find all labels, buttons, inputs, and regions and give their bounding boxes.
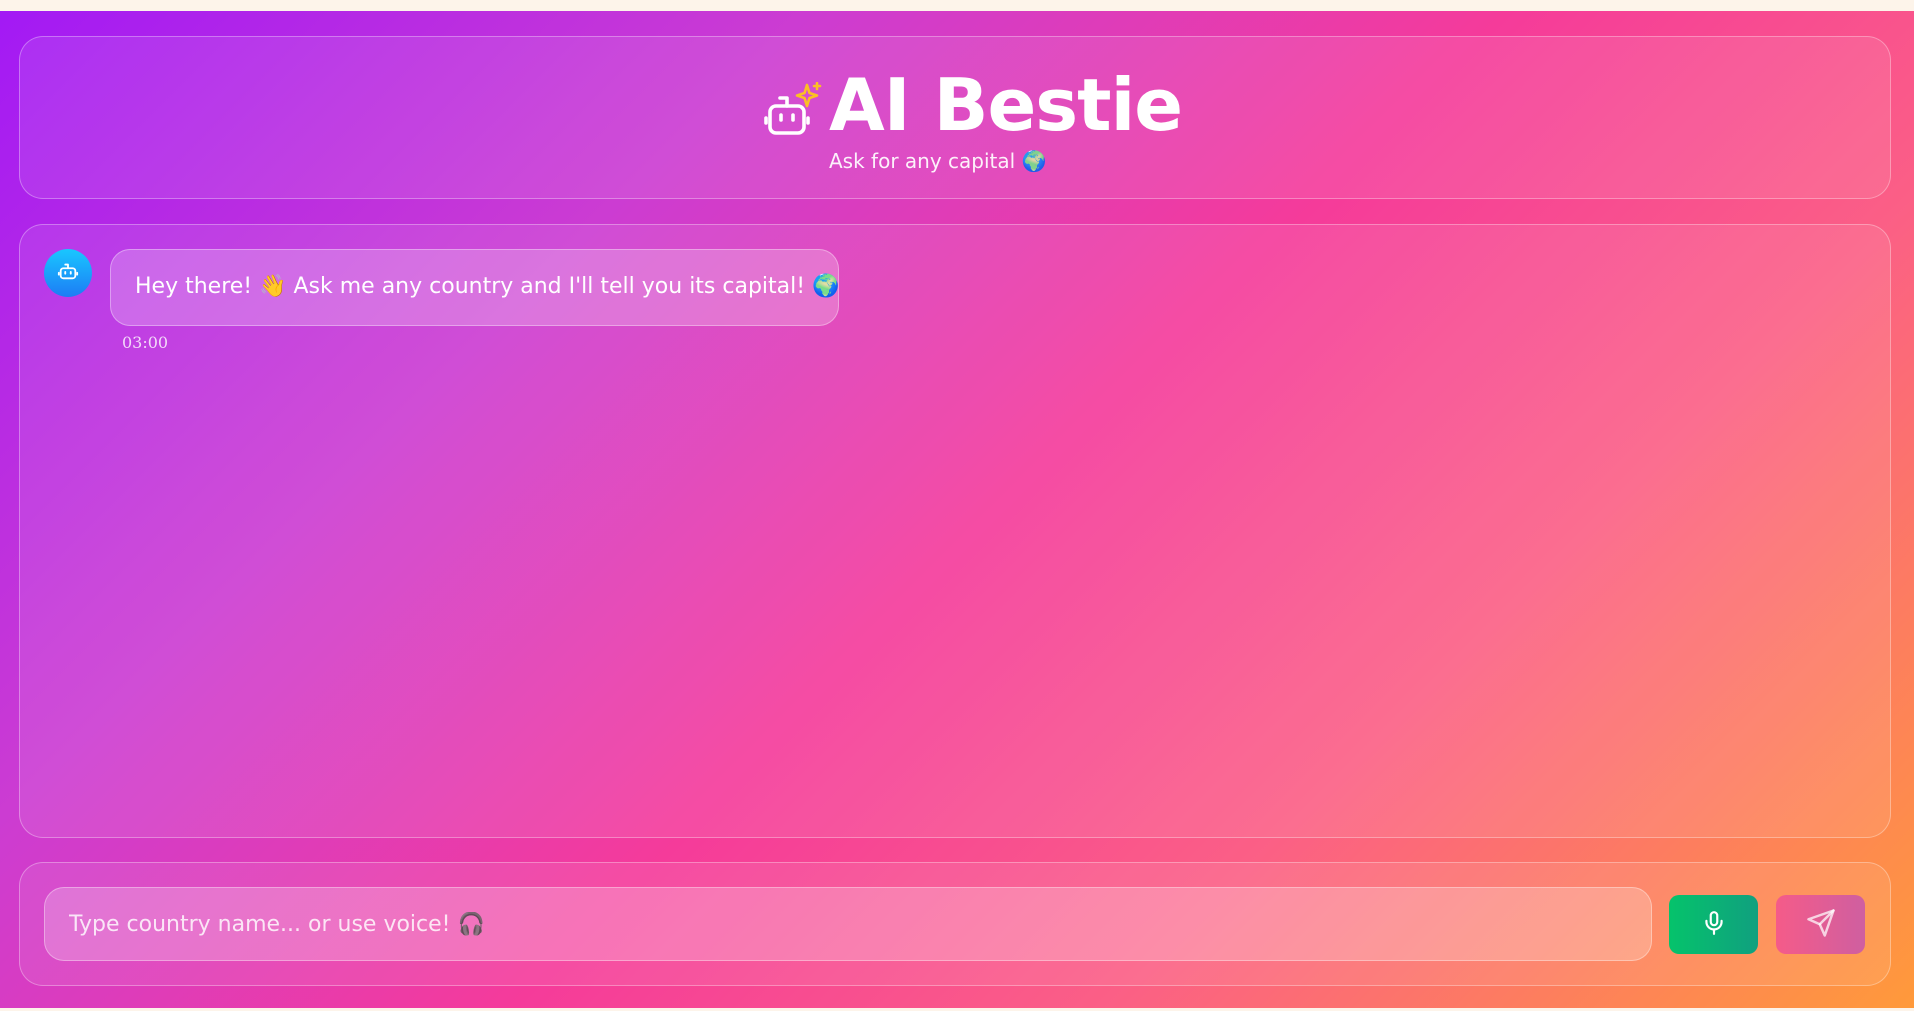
microphone-icon <box>1701 910 1727 939</box>
country-input[interactable] <box>44 887 1652 961</box>
mic-button[interactable] <box>1669 895 1758 954</box>
page-title: AI Bestie <box>829 63 1183 147</box>
page-subtitle: Ask for any capital 🌍 <box>829 149 1047 173</box>
bot-message-bubble: Hey there! 👋 Ask me any country and I'll… <box>110 249 839 326</box>
send-button[interactable] <box>1776 895 1865 954</box>
send-icon <box>1806 908 1836 941</box>
robot-icon <box>57 260 79 286</box>
bot-avatar <box>44 249 92 297</box>
message-timestamp: 03:00 <box>122 333 169 352</box>
robot-sparkle-icon <box>764 81 822 140</box>
